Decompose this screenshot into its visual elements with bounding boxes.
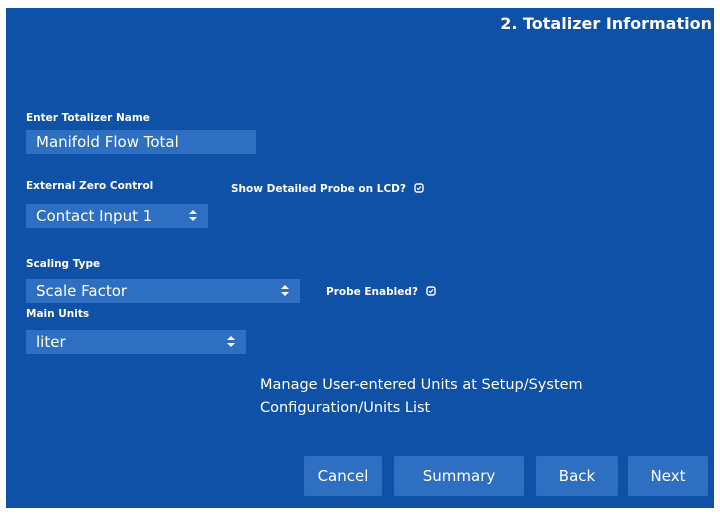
show-probe-option[interactable]: Show Detailed Probe on LCD?: [231, 183, 424, 195]
main-units-label: Main Units: [26, 308, 90, 320]
main-units-value: liter: [36, 333, 66, 351]
main-units-select[interactable]: liter: [26, 330, 246, 354]
summary-button[interactable]: Summary: [394, 456, 524, 496]
totalizer-panel: 2. Totalizer Information Enter Totalizer…: [6, 8, 714, 508]
select-arrows-icon: [226, 330, 236, 354]
cancel-button[interactable]: Cancel: [304, 456, 382, 496]
scaling-type-value: Scale Factor: [36, 282, 128, 300]
totalizer-name-input[interactable]: Manifold Flow Total: [26, 130, 256, 154]
checkbox-icon[interactable]: [425, 286, 436, 296]
scaling-type-label: Scaling Type: [26, 258, 101, 270]
back-button[interactable]: Back: [536, 456, 618, 496]
show-probe-label: Show Detailed Probe on LCD?: [231, 183, 406, 195]
totalizer-name-value: Manifold Flow Total: [36, 133, 179, 151]
probe-enabled-option[interactable]: Probe Enabled?: [326, 286, 436, 298]
external-zero-select[interactable]: Contact Input 1: [26, 204, 208, 228]
next-button[interactable]: Next: [628, 456, 708, 496]
external-zero-value: Contact Input 1: [36, 207, 153, 225]
probe-enabled-label: Probe Enabled?: [326, 286, 418, 298]
select-arrows-icon: [280, 279, 290, 303]
checkbox-icon[interactable]: [413, 183, 424, 193]
select-arrows-icon: [188, 204, 198, 228]
scaling-type-select[interactable]: Scale Factor: [26, 279, 300, 303]
totalizer-name-label: Enter Totalizer Name: [26, 112, 150, 124]
page-title: 2. Totalizer Information: [500, 14, 712, 33]
units-note: Manage User-entered Units at Setup/Syste…: [260, 377, 583, 416]
external-zero-label: External Zero Control: [26, 180, 154, 192]
